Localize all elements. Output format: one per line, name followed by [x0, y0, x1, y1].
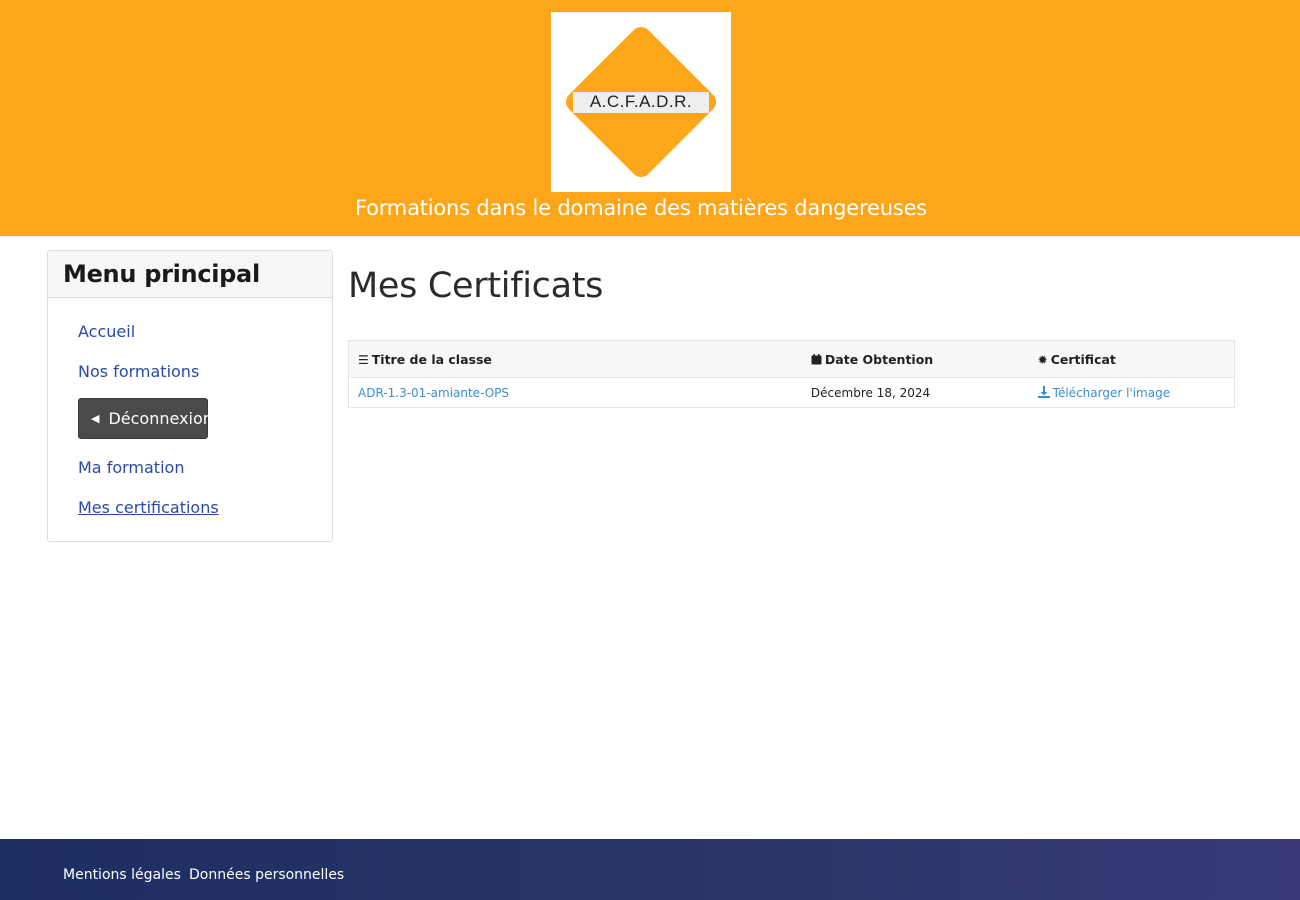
main-menu-title: Menu principal: [63, 260, 260, 288]
caret-left-icon: ◀: [91, 412, 100, 425]
column-header-certificate: ✹ Certificat: [1028, 340, 1235, 378]
column-header-date: Date Obtention: [801, 340, 1029, 378]
menu-item-nos-formations[interactable]: Nos formations: [78, 362, 199, 381]
footer-link-mentions-legales[interactable]: Mentions légales: [63, 867, 181, 883]
page-title: Mes Certificats: [348, 266, 604, 306]
list-icon: ☰: [358, 352, 369, 367]
cell-date: Décembre 18, 2024: [810, 385, 931, 400]
footer-link-donnees-personnelles[interactable]: Données personnelles: [189, 867, 344, 883]
calendar-icon: [811, 353, 822, 367]
main-menu: Menu principal Accueil Nos formations ◀ …: [47, 250, 333, 542]
logo-text: A.C.F.A.D.R.: [589, 92, 693, 111]
logout-button[interactable]: ◀ Déconnexion: [78, 398, 213, 439]
menu-item-accueil[interactable]: Accueil: [78, 322, 135, 341]
column-header-title: ☰ Titre de la classe: [348, 340, 802, 378]
logout-button-label: Déconnexion: [108, 409, 213, 428]
site-tagline: Formations dans le domaine des matières …: [354, 196, 928, 220]
main-menu-header: Menu principal: [48, 251, 332, 298]
badge-icon: ✹: [1037, 352, 1048, 367]
menu-item-ma-formation[interactable]: Ma formation: [78, 458, 184, 477]
site-footer: Mentions légales Données personnelles: [0, 839, 1300, 900]
download-icon: [1037, 385, 1050, 398]
menu-item-mes-certifications[interactable]: Mes certifications: [78, 498, 219, 517]
table-row: ADR-1.3-01-amiante-OPS Décembre 18, 2024…: [349, 378, 1235, 408]
cell-class-title[interactable]: ADR-1.3-01-amiante-OPS: [349, 378, 802, 408]
certificates-table: ☰ Titre de la classe Date Obtention ✹ Cert…: [348, 340, 1235, 408]
site-logo[interactable]: A.C.F.A.D.R.: [551, 12, 731, 192]
site-header: A.C.F.A.D.R. Formations dans le domaine …: [0, 0, 1300, 236]
download-certificate-link[interactable]: Télécharger l'image: [1029, 378, 1235, 408]
table-header-row: ☰ Titre de la classe Date Obtention ✹ Cert…: [348, 340, 1235, 378]
